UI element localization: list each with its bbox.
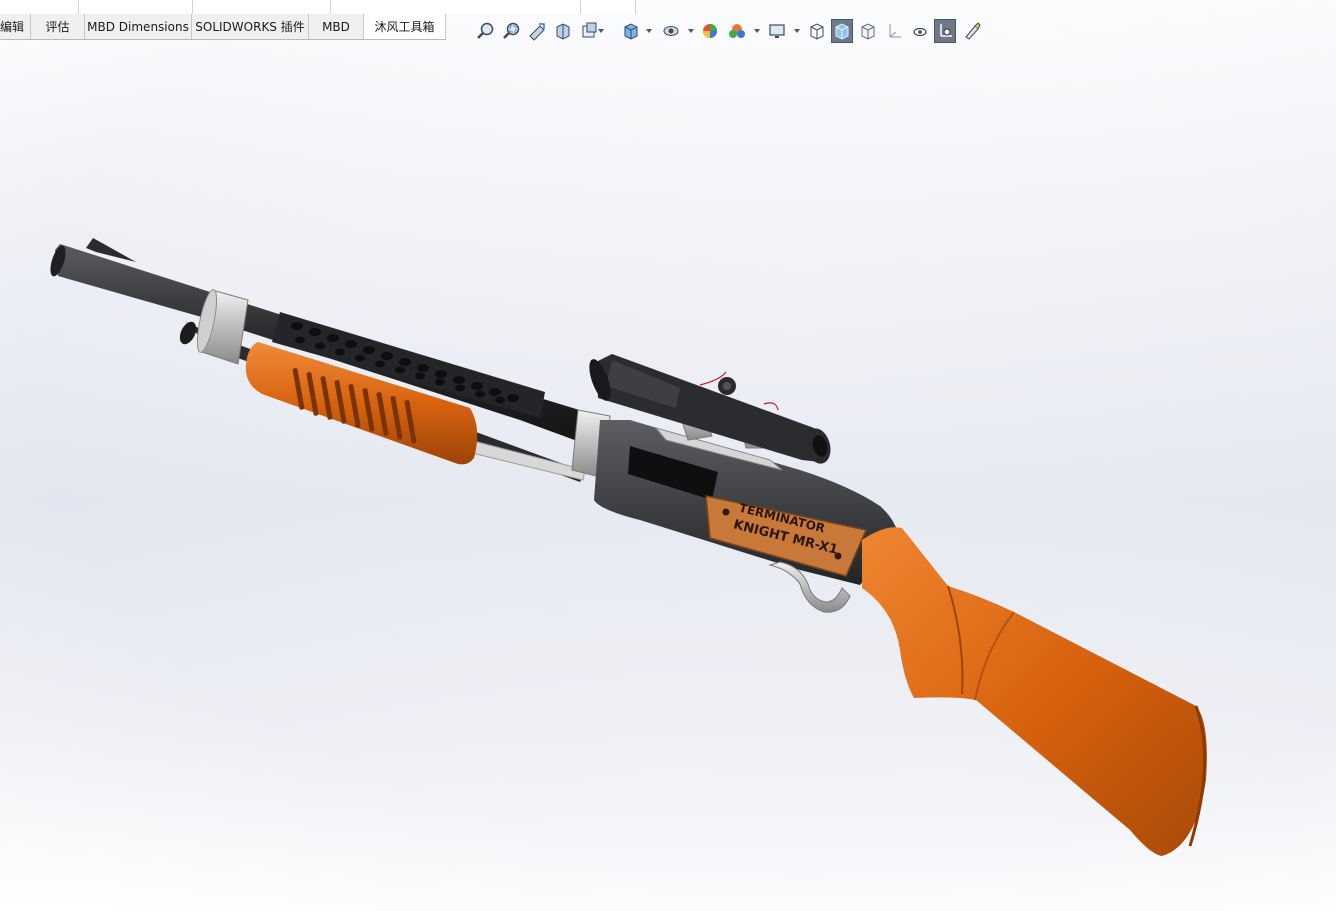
tab-separator [580,0,581,14]
hidden-lines-icon[interactable] [857,19,879,43]
tab-separator [330,0,331,14]
graphics-area[interactable]: TERMINATOR KNIGHT MR-X1 [0,0,1336,911]
view-sketch-icon[interactable] [934,19,956,43]
tab-separator [635,0,636,14]
view-orientation-icon[interactable] [620,19,642,43]
tab-mbd-dimensions[interactable]: MBD Dimensions [85,14,192,39]
tab-separator [192,0,193,14]
zoom-to-fit-icon[interactable] [474,19,496,43]
view-axes-icon[interactable] [883,19,905,43]
chevron-down-icon[interactable] [754,29,760,33]
dynamic-annotation-icon[interactable] [578,19,600,43]
wireframe-icon[interactable] [806,19,828,43]
zoom-to-area-icon[interactable] [500,19,522,43]
tab-separator [78,0,79,14]
tab-solidworks-addins[interactable]: SOLIDWORKS 插件 [192,14,309,39]
display-style-icon[interactable] [660,19,682,43]
shotgun-model[interactable]: TERMINATOR KNIGHT MR-X1 [0,0,1336,911]
edit-appearance-icon[interactable] [700,19,722,43]
chevron-down-icon[interactable] [598,29,604,33]
tab-edit[interactable]: 编辑 [0,14,31,39]
shaded-icon[interactable] [831,19,853,43]
chevron-down-icon[interactable] [794,29,800,33]
tab-mufeng-toolbox[interactable]: 沐风工具箱 [364,14,446,39]
view-settings-icon[interactable] [766,19,788,43]
apply-scene-icon[interactable] [726,19,748,43]
rendering-tools-icon[interactable] [961,19,983,43]
command-manager-tabs: 编辑 评估 MBD Dimensions SOLIDWORKS 插件 MBD 沐… [0,14,446,40]
previous-view-icon[interactable] [526,19,548,43]
command-manager-top [0,0,636,14]
tab-evaluate[interactable]: 评估 [31,14,85,39]
stock [862,527,1207,856]
section-view-icon[interactable] [552,19,574,43]
tab-mbd[interactable]: MBD [309,14,364,39]
chevron-down-icon[interactable] [688,29,694,33]
hide-show-items-icon[interactable] [909,19,931,43]
chevron-down-icon[interactable] [646,29,652,33]
heads-up-view-toolbar [474,19,994,45]
